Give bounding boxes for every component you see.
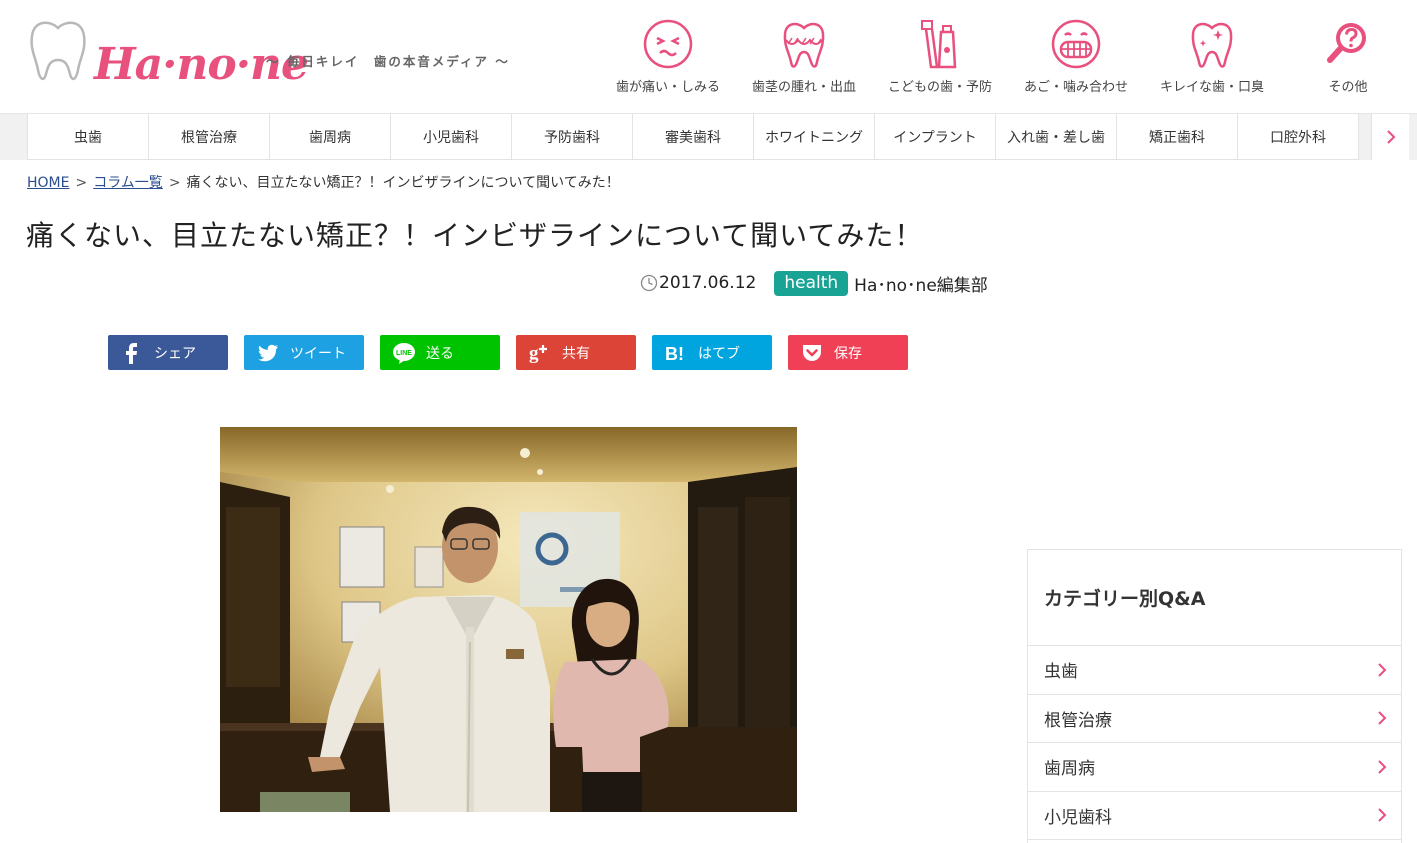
nav-item-mushiba[interactable]: 虫歯	[28, 114, 149, 160]
toothbrush-paste-icon	[921, 20, 957, 69]
svg-text:B!: B!	[665, 344, 684, 364]
nav-item-implant[interactable]: インプラント	[875, 114, 996, 160]
google-plus-icon: g	[529, 343, 547, 364]
sidebar-item-periodontal[interactable]: 歯周病	[1028, 743, 1401, 792]
breadcrumb-current: 痛くない、目立たない矯正？！インビザラインについて聞いてみた！	[186, 175, 620, 191]
breadcrumb-separator: >	[168, 175, 181, 191]
chevron-right-icon	[1378, 808, 1387, 822]
tooth-logo-icon	[30, 21, 86, 81]
chevron-right-icon	[1386, 130, 1395, 144]
category-label: キレイな歯・口臭	[1159, 80, 1264, 95]
chevron-right-icon	[1378, 711, 1387, 725]
category-other[interactable]: その他	[1280, 18, 1416, 98]
chevron-right-icon	[1378, 760, 1387, 774]
share-label: ツイート	[290, 345, 346, 362]
article-title: 痛くない、目立たない矯正？！インビザラインについて聞いてみた！	[26, 219, 924, 252]
nav-item-pediatric[interactable]: 小児歯科	[391, 114, 512, 160]
grinning-face-icon	[1051, 19, 1101, 69]
share-label: 共有	[562, 345, 590, 362]
nav-item-cosmetic[interactable]: 審美歯科	[633, 114, 754, 160]
site-tagline: 〜 毎日キレイ 歯の本音メディア 〜	[266, 54, 510, 69]
category-label: こどもの歯・予防	[887, 80, 992, 95]
nav-item-oral-surgery[interactable]: 口腔外科	[1238, 114, 1359, 160]
chevron-right-icon	[1378, 663, 1387, 677]
category-gum-bleeding[interactable]: 歯茎の腫れ・出血	[736, 18, 872, 98]
breadcrumb-column-list-link[interactable]: コラム一覧	[93, 175, 163, 191]
google-plus-share-button[interactable]: g 共有	[516, 335, 636, 370]
hatena-bookmark-icon: B!	[665, 344, 684, 364]
sidebar-item-label: 歯周病	[1044, 759, 1095, 780]
clock-icon	[640, 274, 658, 292]
sidebar-item-mushiba[interactable]: 虫歯	[1028, 646, 1401, 695]
share-label: 保存	[834, 345, 862, 362]
nav-item-root-canal[interactable]: 根管治療	[149, 114, 270, 160]
sidebar-item-label: 虫歯	[1044, 662, 1078, 683]
sidebar-item-label: 根管治療	[1044, 710, 1112, 731]
category-label: あご・噛み合わせ	[1023, 80, 1128, 95]
article-author[interactable]: Ha･no･ne編集部	[854, 271, 988, 296]
hatena-bookmark-share-button[interactable]: B! はてブ	[652, 335, 772, 370]
svg-text:g: g	[529, 343, 539, 364]
category-kids-teeth[interactable]: こどもの歯・予防	[872, 18, 1008, 98]
site-header: Ha·no·ne 〜 毎日キレイ 歯の本音メディア 〜 歯が痛い・しみる 歯茎の…	[0, 0, 1417, 114]
share-buttons: シェア ツイート LINE 送る g 共有 B! はてブ 保存	[108, 335, 924, 370]
facebook-share-button[interactable]: シェア	[108, 335, 228, 370]
nav-items: 虫歯 根管治療 歯周病 小児歯科 予防歯科 審美歯科 ホワイトニング インプラン…	[27, 114, 1359, 160]
sidebar-title: カテゴリー別Q&A	[1028, 550, 1401, 646]
pocket-icon	[803, 344, 821, 361]
article-date: 2017.06.12	[659, 273, 757, 293]
facebook-icon	[126, 342, 137, 364]
nav-item-preventive[interactable]: 予防歯科	[512, 114, 633, 160]
pocket-share-button[interactable]: 保存	[788, 335, 908, 370]
twitter-share-button[interactable]: ツイート	[244, 335, 364, 370]
sidebar-item-root-canal[interactable]: 根管治療	[1028, 695, 1401, 743]
nav-item-periodontal[interactable]: 歯周病	[270, 114, 391, 160]
breadcrumb-home-link[interactable]: HOME	[27, 175, 69, 191]
category-clean-teeth[interactable]: キレイな歯・口臭	[1144, 18, 1280, 98]
painful-face-icon	[643, 19, 693, 69]
share-label: 送る	[426, 345, 454, 362]
share-label: はてブ	[698, 345, 740, 362]
category-icon-nav: 歯が痛い・しみる 歯茎の腫れ・出血 こどもの歯・予防 あご・噛み合わせ キレイな…	[600, 18, 1416, 98]
nav-item-dentures[interactable]: 入れ歯・差し歯	[996, 114, 1117, 160]
sidebar-item-label: 小児歯科	[1044, 807, 1112, 828]
category-label: 歯が痛い・しみる	[615, 80, 720, 95]
category-label: その他	[1328, 80, 1368, 95]
sparkling-tooth-icon	[1191, 22, 1233, 68]
nav-item-whitening[interactable]: ホワイトニング	[754, 114, 875, 160]
article-tag-health[interactable]: health	[774, 270, 849, 296]
sidebar-category-qa: カテゴリー別Q&A 虫歯 根管治療 歯周病 小児歯科	[1027, 549, 1402, 843]
svg-text:LINE: LINE	[396, 350, 412, 357]
category-painful-teeth[interactable]: 歯が痛い・しみる	[600, 18, 736, 98]
nav-next-button[interactable]	[1371, 114, 1409, 160]
nav-item-orthodontics[interactable]: 矯正歯科	[1117, 114, 1238, 160]
sidebar-item-pediatric[interactable]: 小児歯科	[1028, 792, 1401, 840]
swollen-gum-tooth-icon	[783, 22, 825, 68]
share-label: シェア	[154, 345, 196, 362]
article-meta: 2017.06.12 health Ha･no･ne編集部	[640, 270, 988, 296]
question-search-icon	[1327, 23, 1366, 63]
twitter-icon	[258, 344, 278, 361]
article-photo	[220, 427, 797, 812]
breadcrumb-separator: >	[75, 175, 88, 191]
breadcrumb: HOME > コラム一覧 > 痛くない、目立たない矯正？！インビザラインについて聞いてみ…	[27, 172, 620, 192]
line-share-button[interactable]: LINE 送る	[380, 335, 500, 370]
main-nav: 虫歯 根管治療 歯周病 小児歯科 予防歯科 審美歯科 ホワイトニング インプラン…	[0, 114, 1417, 160]
category-jaw-bite[interactable]: あご・噛み合わせ	[1008, 18, 1144, 98]
category-label: 歯茎の腫れ・出血	[751, 80, 856, 95]
line-icon: LINE	[393, 342, 415, 364]
site-logo[interactable]: Ha·no·ne	[28, 18, 309, 90]
